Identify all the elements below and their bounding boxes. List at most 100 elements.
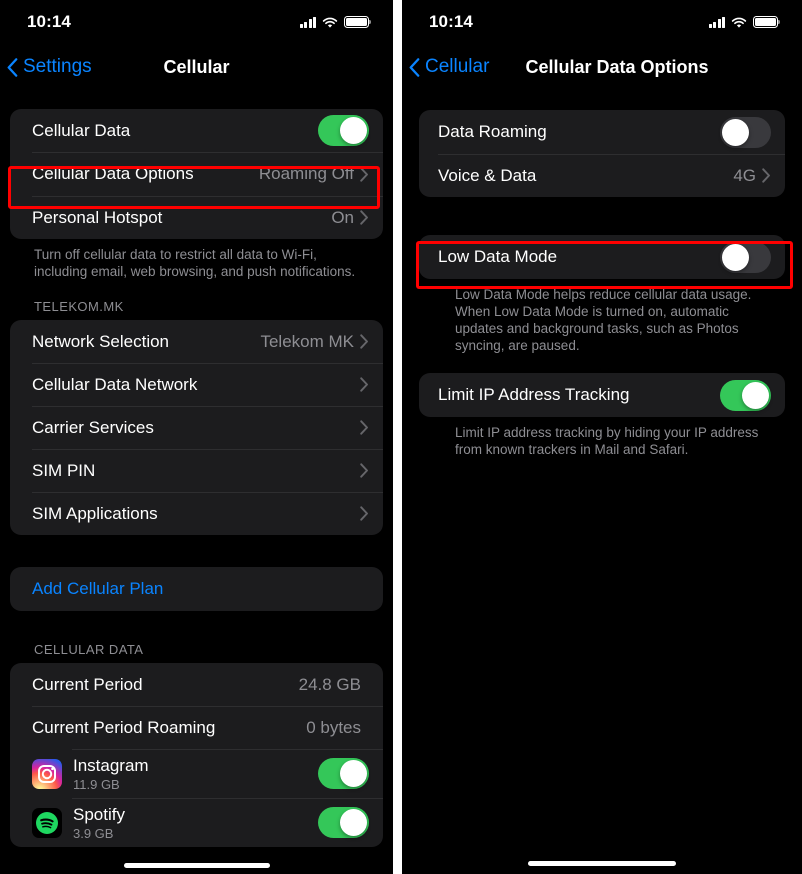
row-personal-hotspot[interactable]: Personal Hotspot On [10, 196, 383, 239]
row-label: Low Data Mode [438, 247, 558, 266]
toggle-knob [340, 760, 367, 787]
row-label: Current Period [32, 674, 143, 694]
row-limit-ip-address-tracking[interactable]: Limit IP Address Tracking [419, 373, 785, 417]
limit-ip-group: Limit IP Address Tracking Limit IP addre… [419, 373, 785, 458]
row-cellular-data-network[interactable]: Cellular Data Network [10, 363, 383, 406]
low-data-mode-toggle[interactable] [720, 241, 771, 273]
row-network-selection[interactable]: Network Selection Telekom MK [10, 320, 383, 363]
row-add-cellular-plan[interactable]: Add Cellular Plan [10, 567, 383, 611]
app-meta: Spotify 3.9 GB [73, 805, 318, 841]
row-label: Limit IP Address Tracking [438, 385, 630, 404]
list-item[interactable]: Instagram 11.9 GB [10, 749, 383, 798]
toggle-knob [722, 118, 749, 146]
row-value: On [331, 207, 354, 227]
row-label: Current Period Roaming [32, 717, 216, 737]
battery-icon [344, 16, 372, 28]
chevron-left-icon [7, 57, 18, 77]
status-bar: 10:14 [402, 0, 802, 44]
row-sim-applications[interactable]: SIM Applications [10, 492, 383, 535]
home-indicator[interactable] [528, 861, 676, 866]
row-label: Cellular Data [32, 120, 131, 140]
usage-card: Current Period 24.8 GB Current Period Ro… [10, 663, 383, 847]
row-label: Cellular Data Options [32, 164, 194, 183]
row-label: Voice & Data [438, 165, 537, 185]
chevron-right-icon [360, 463, 369, 478]
cellular-signal-icon [708, 16, 725, 28]
row-label: Cellular Data Network [32, 374, 198, 394]
row-cellular-data-options[interactable]: Cellular Data Options Roaming Off [10, 152, 383, 196]
cellular-data-toggle[interactable] [318, 115, 369, 146]
row-label: Network Selection [32, 331, 170, 351]
left-phone-screen: 10:14 Settings Cellular Cellular Data Ce… [0, 0, 393, 874]
cellular-main-group: Cellular Data Cellular Data Options Roam… [10, 109, 383, 280]
wifi-icon [731, 16, 747, 28]
row-value: Roaming Off [258, 164, 354, 183]
cellular-signal-icon [299, 16, 316, 28]
back-button-cellular[interactable]: Cellular [402, 56, 489, 78]
carrier-group: TELEKOM.MK Network Selection Telekom MK … [10, 299, 383, 535]
row-voice-and-data[interactable]: Voice & Data 4G [419, 154, 785, 197]
limit-ip-card: Limit IP Address Tracking [419, 373, 785, 417]
spotify-cellular-toggle[interactable] [318, 807, 369, 838]
low-data-mode-group: Low Data Mode Low Data Mode helps reduce… [419, 235, 785, 354]
instagram-cellular-toggle[interactable] [318, 758, 369, 789]
list-item[interactable]: Spotify 3.9 GB [10, 798, 383, 847]
row-label: Personal Hotspot [32, 207, 163, 227]
low-data-mode-footnote: Low Data Mode helps reduce cellular data… [455, 287, 752, 353]
limit-ip-footnote: Limit IP address tracking by hiding your… [455, 425, 759, 457]
row-sim-pin[interactable]: SIM PIN [10, 449, 383, 492]
cellular-data-usage-group: CELLULAR DATA Current Period 24.8 GB Cur… [10, 642, 383, 847]
chevron-right-icon [360, 166, 369, 182]
app-data-size: 11.9 GB [73, 776, 120, 792]
add-plan-group: Add Cellular Plan [10, 567, 383, 611]
right-phone-screen: 10:14 Cellular Cellular Data Options Dat… [402, 0, 802, 874]
wifi-icon [322, 16, 338, 28]
chevron-right-icon [360, 377, 369, 392]
row-low-data-mode[interactable]: Low Data Mode [419, 235, 785, 279]
row-label: SIM PIN [32, 460, 96, 480]
home-indicator[interactable] [123, 863, 270, 868]
row-value: 4G [733, 165, 756, 185]
navigation-bar: Settings Cellular [0, 44, 393, 90]
navigation-bar: Cellular Cellular Data Options [402, 44, 802, 90]
back-button-label: Settings [23, 56, 92, 77]
usage-group-header: CELLULAR DATA [34, 642, 144, 657]
back-button-settings[interactable]: Settings [0, 56, 92, 78]
battery-icon [753, 16, 781, 28]
chevron-left-icon [409, 57, 420, 77]
instagram-app-icon [32, 758, 62, 789]
app-name: Instagram [73, 755, 149, 775]
cellular-data-footnote: Turn off cellular data to restrict all d… [34, 247, 356, 279]
status-bar-clock: 10:14 [429, 12, 473, 31]
back-button-label: Cellular [425, 56, 490, 77]
limit-ip-tracking-toggle[interactable] [720, 379, 771, 411]
row-current-period-roaming: Current Period Roaming 0 bytes [10, 706, 383, 749]
chevron-right-icon [360, 210, 369, 225]
carrier-card: Network Selection Telekom MK Cellular Da… [10, 320, 383, 535]
status-bar-indicators [708, 16, 781, 28]
data-roaming-toggle[interactable] [720, 116, 771, 148]
status-bar-indicators [299, 16, 372, 28]
toggle-knob [340, 117, 367, 144]
cellular-main-card: Cellular Data Cellular Data Options Roam… [10, 109, 383, 239]
chevron-right-icon [360, 334, 369, 349]
row-current-period: Current Period 24.8 GB [10, 663, 383, 706]
status-bar: 10:14 [0, 0, 393, 44]
status-bar-clock: 10:14 [27, 12, 71, 31]
row-value: 24.8 GB [298, 674, 361, 694]
row-cellular-data[interactable]: Cellular Data [10, 109, 383, 152]
row-label: Carrier Services [32, 417, 154, 437]
chevron-right-icon [360, 420, 369, 435]
add-plan-card: Add Cellular Plan [10, 567, 383, 611]
row-carrier-services[interactable]: Carrier Services [10, 406, 383, 449]
row-value: Telekom MK [260, 331, 354, 351]
dual-screenshot-container: 10:14 Settings Cellular Cellular Data Ce… [0, 0, 802, 874]
app-data-size: 3.9 GB [73, 825, 114, 841]
data-roaming-card: Data Roaming Voice & Data 4G [419, 110, 785, 197]
row-value: 0 bytes [306, 717, 361, 737]
row-label: Data Roaming [438, 122, 547, 141]
row-label: Add Cellular Plan [32, 579, 164, 598]
app-name: Spotify [73, 804, 125, 824]
row-data-roaming[interactable]: Data Roaming [419, 110, 785, 154]
panel-divider [393, 0, 402, 874]
